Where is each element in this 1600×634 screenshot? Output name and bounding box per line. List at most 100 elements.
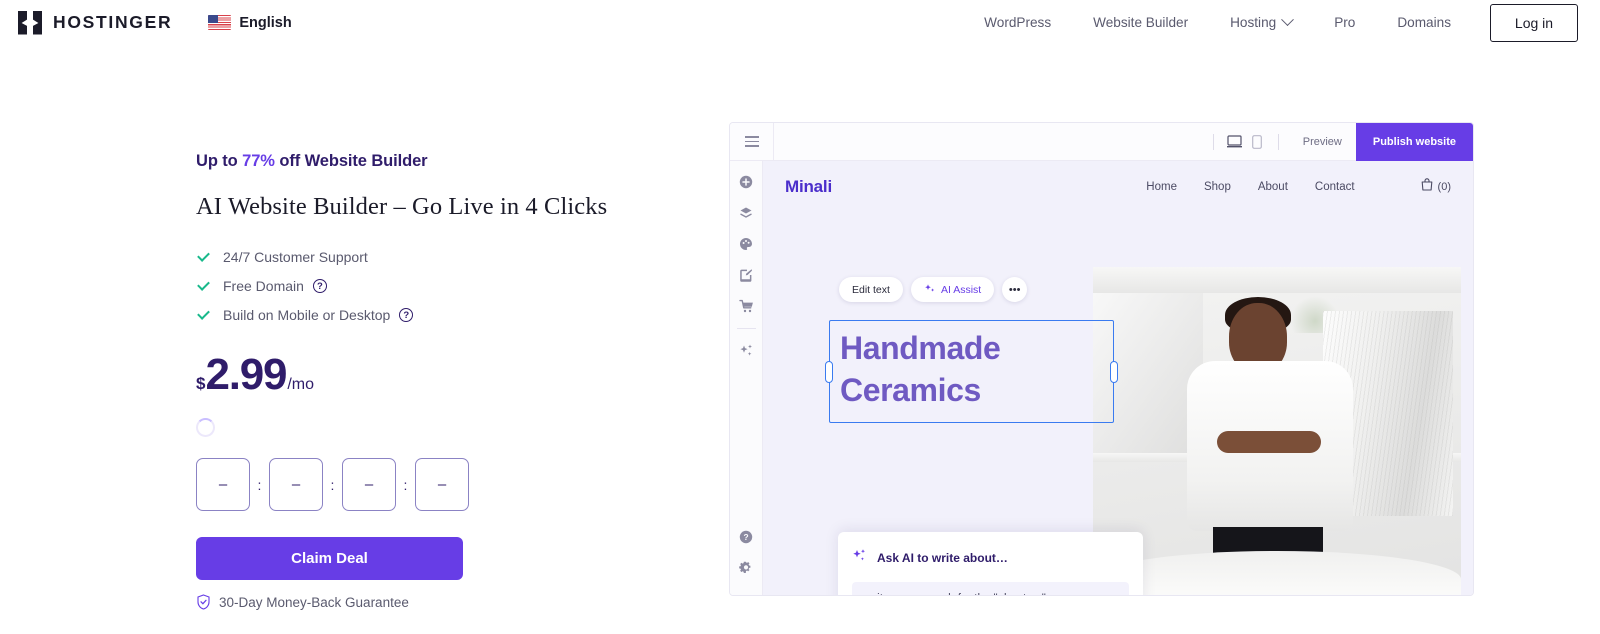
ai-assist-button[interactable]: AI Assist <box>910 277 995 302</box>
more-options-button[interactable]: ••• <box>1002 277 1028 302</box>
rail-bottom-group: ? <box>735 526 757 595</box>
nav-label: Pro <box>1334 15 1356 30</box>
timer-seconds: – <box>415 458 469 511</box>
palette-icon[interactable] <box>735 233 757 255</box>
hamburger-icon[interactable] <box>730 136 763 147</box>
price-amount: 2.99 <box>205 350 287 399</box>
hostinger-logo[interactable]: HOSTINGER <box>18 10 173 35</box>
rail-divider <box>736 328 756 329</box>
ai-assist-label: AI Assist <box>940 283 982 296</box>
nav-item-pro[interactable]: Pro <box>1313 15 1376 30</box>
help-icon[interactable]: ? <box>735 526 757 548</box>
price-display: $ 2.99 /mo <box>196 353 666 397</box>
add-element-icon[interactable] <box>735 171 757 193</box>
eyebrow-prefix: Up to <box>196 152 243 170</box>
selected-heading-element[interactable]: Handmade Ceramics <box>825 320 1118 423</box>
foreground-ceramic <box>1093 551 1461 595</box>
feature-list: 24/7 Customer Support Free Domain ? Buil… <box>196 249 666 323</box>
loading-spinner <box>196 418 215 437</box>
settings-icon[interactable] <box>735 557 757 579</box>
page-title: AI Website Builder – Go Live in 4 Clicks <box>196 193 608 220</box>
desktop-icon[interactable] <box>1224 135 1246 148</box>
heading-line-1: Handmade <box>840 330 1001 366</box>
countdown-timer: – : – : – : – <box>196 458 666 511</box>
publish-website-button[interactable]: Publish website <box>1355 123 1473 161</box>
nav-item-domains[interactable]: Domains <box>1376 15 1472 30</box>
promo-eyebrow: Up to 77% off Website Builder <box>196 152 666 171</box>
cart-widget[interactable]: (0) <box>1421 178 1451 196</box>
info-icon[interactable]: ? <box>312 279 327 293</box>
nav-label: Domains <box>1397 15 1451 30</box>
website-builder-mockup: Preview Publish website ? Minali Home Sh… <box>729 122 1474 596</box>
ai-sparkle-icon <box>852 548 867 568</box>
nav-label: Website Builder <box>1093 15 1189 30</box>
nav-item-wordpress[interactable]: WordPress <box>963 15 1072 30</box>
ai-sparkle-icon[interactable] <box>735 339 757 361</box>
builder-sidebar-rail: ? <box>730 161 763 595</box>
feature-label: 24/7 Customer Support <box>223 249 368 265</box>
timer-minutes: – <box>342 458 396 511</box>
layers-icon[interactable] <box>735 202 757 224</box>
resize-handle-right[interactable] <box>1110 360 1118 383</box>
site-brand[interactable]: Minali <box>785 177 832 197</box>
timer-days: – <box>196 458 250 511</box>
site-nav-links: Home Shop About Contact <box>1146 181 1354 193</box>
divider <box>1212 133 1214 150</box>
builder-body: ? Minali Home Shop About Contact (0) Edi… <box>730 161 1473 595</box>
builder-topbar: Preview Publish website <box>730 123 1473 161</box>
mobile-icon[interactable] <box>1246 134 1268 149</box>
timer-separator: : <box>257 476 262 493</box>
feature-item-mobile-desktop: Build on Mobile or Desktop ? <box>196 307 666 323</box>
check-icon <box>196 279 211 294</box>
price-period: /mo <box>287 376 314 393</box>
preview-button[interactable]: Preview <box>1289 136 1356 148</box>
money-back-guarantee: 30-Day Money-Back Guarantee <box>196 594 666 610</box>
nav-item-hosting[interactable]: Hosting <box>1209 13 1313 30</box>
ai-sparkle-icon <box>924 283 935 297</box>
primary-nav: WordPress Website Builder Hosting Pro Do… <box>963 13 1472 30</box>
resize-handle-left[interactable] <box>825 360 833 383</box>
builder-canvas: Minali Home Shop About Contact (0) Edit … <box>763 161 1473 595</box>
svg-text:?: ? <box>743 532 748 542</box>
top-navigation: HOSTINGER English WordPress Website Buil… <box>0 0 1600 45</box>
nav-label: WordPress <box>984 15 1052 30</box>
feature-label: Free Domain <box>223 278 304 294</box>
cart-count: (0) <box>1437 181 1451 193</box>
hero-section: Up to 77% off Website Builder AI Website… <box>196 152 666 610</box>
feature-label: Build on Mobile or Desktop <box>223 307 391 323</box>
heading-text: Handmade Ceramics <box>840 327 1001 411</box>
site-nav-shop[interactable]: Shop <box>1204 181 1231 193</box>
timer-hours: – <box>269 458 323 511</box>
nav-item-website-builder[interactable]: Website Builder <box>1072 15 1209 30</box>
check-icon <box>196 308 211 323</box>
site-nav-contact[interactable]: Contact <box>1315 181 1355 193</box>
chevron-down-icon <box>1281 13 1295 27</box>
hostinger-logo-text: HOSTINGER <box>53 12 173 32</box>
claim-deal-button[interactable]: Claim Deal <box>196 537 463 580</box>
guarantee-label: 30-Day Money-Back Guarantee <box>219 594 409 610</box>
ai-prompt-input[interactable]: write a paragraph for the "about us" pag… <box>852 582 1129 595</box>
store-icon[interactable] <box>735 295 757 317</box>
edit-icon[interactable] <box>735 264 757 286</box>
login-button[interactable]: Log in <box>1490 3 1578 42</box>
site-header: Minali Home Shop About Contact (0) <box>763 161 1473 213</box>
edit-text-button[interactable]: Edit text <box>839 277 903 302</box>
topbar-divider <box>773 123 774 161</box>
check-icon <box>196 250 211 265</box>
feature-item-support: 24/7 Customer Support <box>196 249 666 265</box>
shield-check-icon <box>196 594 211 610</box>
divider <box>1277 133 1279 150</box>
ai-panel-title: Ask AI to write about… <box>877 551 1008 565</box>
info-icon[interactable]: ? <box>399 308 414 322</box>
nav-label: Hosting <box>1230 15 1277 30</box>
eyebrow-suffix: off Website Builder <box>274 152 428 170</box>
timer-separator: : <box>403 476 408 493</box>
ai-panel-header: Ask AI to write about… <box>852 548 1129 568</box>
ai-write-panel: Ask AI to write about… write a paragraph… <box>838 532 1143 595</box>
language-selector[interactable]: English <box>208 14 292 31</box>
hero-photo <box>1093 267 1461 595</box>
site-nav-home[interactable]: Home <box>1146 181 1177 193</box>
element-toolbar: Edit text AI Assist ••• <box>839 277 1028 302</box>
language-label: English <box>239 14 292 31</box>
site-nav-about[interactable]: About <box>1258 181 1288 193</box>
